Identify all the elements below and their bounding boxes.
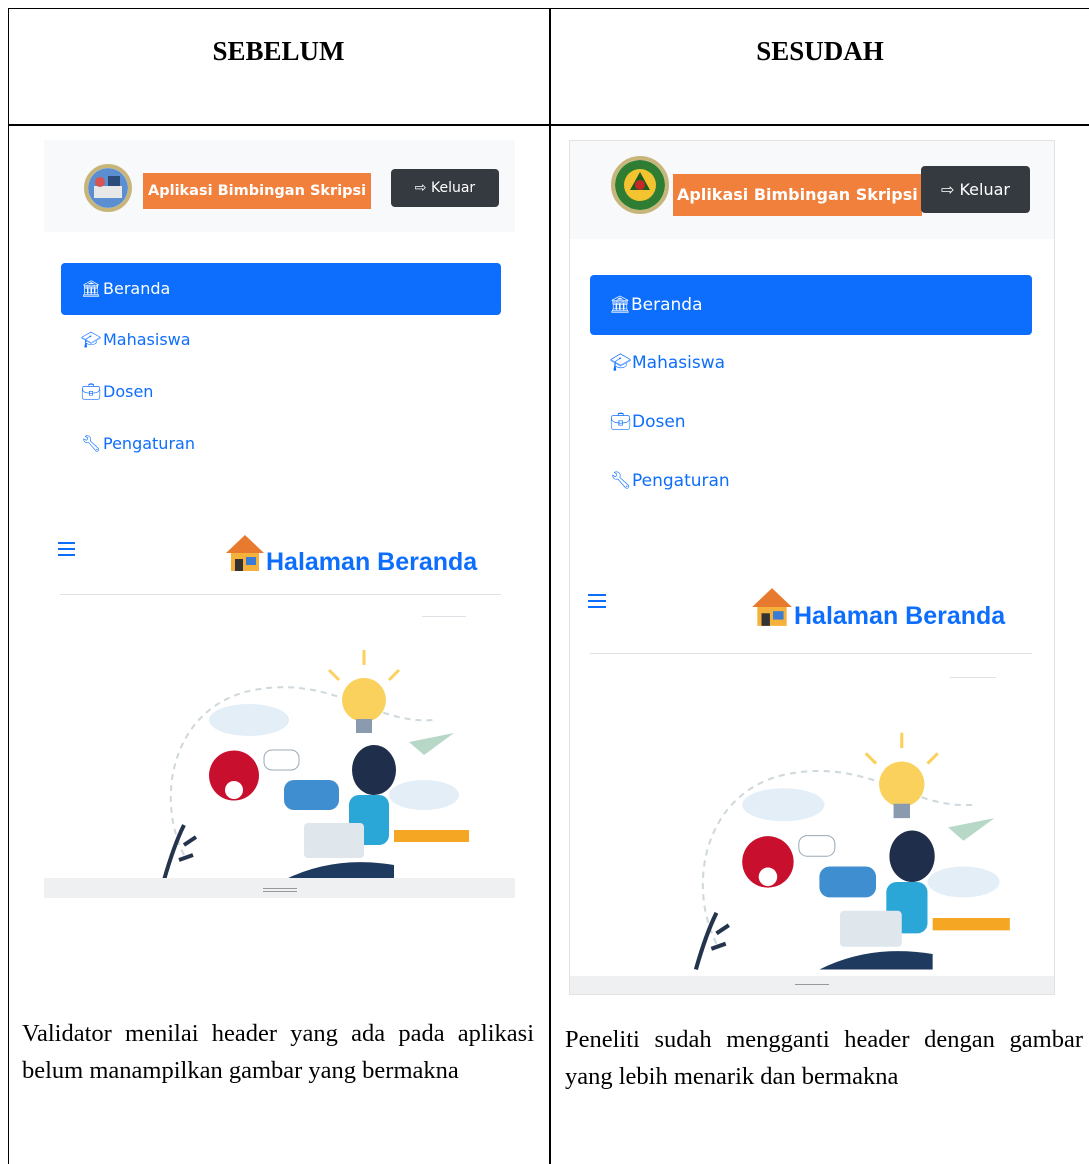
drag-handle[interactable] <box>795 984 829 986</box>
drag-handle[interactable] <box>262 888 297 892</box>
briefcase-icon: 💼︎ <box>81 382 102 401</box>
house-icon <box>224 533 266 577</box>
app-header: Aplikasi Bimbingan Skripsi ⇨ Keluar <box>44 140 515 232</box>
wrench-icon: 🔧︎ <box>610 471 632 491</box>
nav-label: Mahasiswa <box>632 353 726 373</box>
divider <box>950 677 996 678</box>
description-after: Peneliti sudah mengganti header dengan g… <box>565 1026 1083 1090</box>
logout-label: Keluar <box>430 180 476 196</box>
nav-item-pengaturan[interactable]: 🔧︎Pengaturan <box>610 471 730 491</box>
nav-label: Beranda <box>631 295 703 315</box>
header-before: SEBELUM <box>212 36 345 66</box>
nav-item-mahasiswa[interactable]: 🎓︎Mahasiswa <box>81 330 191 349</box>
bottom-bar <box>570 976 1054 994</box>
logout-button[interactable]: ⇨ Keluar <box>391 169 499 207</box>
sign-out-icon: ⇨ <box>414 180 427 196</box>
hamburger-icon[interactable] <box>588 594 606 612</box>
divider <box>60 594 501 595</box>
sign-out-icon: ⇨ <box>940 180 955 199</box>
brand-label: Aplikasi Bimbingan Skripsi <box>143 173 372 209</box>
logout-button[interactable]: ⇨ Keluar <box>921 166 1030 213</box>
graduation-cap-icon: 🎓︎ <box>81 330 102 349</box>
hamburger-icon[interactable] <box>58 542 75 560</box>
graduation-cap-icon: 🎓︎ <box>610 353 632 373</box>
nav-item-pengaturan[interactable]: 🔧︎Pengaturan <box>81 434 195 453</box>
nav-item-beranda[interactable]: 🏛︎Beranda <box>61 263 501 315</box>
nav-label: Mahasiswa <box>103 330 191 349</box>
bank-icon: 🏛︎ <box>609 295 631 315</box>
wrench-icon: 🔧︎ <box>81 434 102 453</box>
page-title: Halaman Beranda <box>266 548 478 576</box>
brand-label: Aplikasi Bimbingan Skripsi <box>673 174 922 216</box>
row-divider <box>8 124 1089 126</box>
divider <box>422 616 466 617</box>
house-icon <box>750 586 794 632</box>
logout-label: Keluar <box>959 180 1010 199</box>
logo-icon <box>84 164 132 212</box>
nav-label: Beranda <box>103 279 171 298</box>
nav-label: Pengaturan <box>632 471 730 491</box>
nav-item-beranda[interactable]: 🏛︎Beranda <box>590 275 1032 335</box>
nav-label: Pengaturan <box>103 434 195 453</box>
nav-label: Dosen <box>103 382 154 401</box>
app-header: Aplikasi Bimbingan Skripsi ⇨ Keluar <box>570 141 1054 239</box>
description-before: Validator menilai header yang ada pada a… <box>22 1020 534 1084</box>
nav-item-dosen[interactable]: 💼︎Dosen <box>610 412 686 432</box>
screenshot-after: Aplikasi Bimbingan Skripsi ⇨ Keluar 🏛︎Be… <box>569 140 1055 995</box>
hero-illustration <box>665 721 1015 980</box>
nav-label: Dosen <box>632 412 686 432</box>
nav-item-dosen[interactable]: 💼︎Dosen <box>81 382 153 401</box>
briefcase-icon: 💼︎ <box>610 412 632 432</box>
page-title: Halaman Beranda <box>794 602 1006 630</box>
header-after: SESUDAH <box>756 36 884 66</box>
hero-illustration <box>134 645 474 884</box>
nav-item-mahasiswa[interactable]: 🎓︎Mahasiswa <box>610 353 725 373</box>
divider <box>590 653 1032 654</box>
bank-icon: 🏛︎ <box>81 279 102 298</box>
bottom-bar <box>44 878 515 898</box>
screenshot-before: Aplikasi Bimbingan Skripsi ⇨ Keluar 🏛︎ Be… <box>44 140 515 898</box>
logo-icon <box>611 156 669 214</box>
column-divider <box>549 8 551 1164</box>
